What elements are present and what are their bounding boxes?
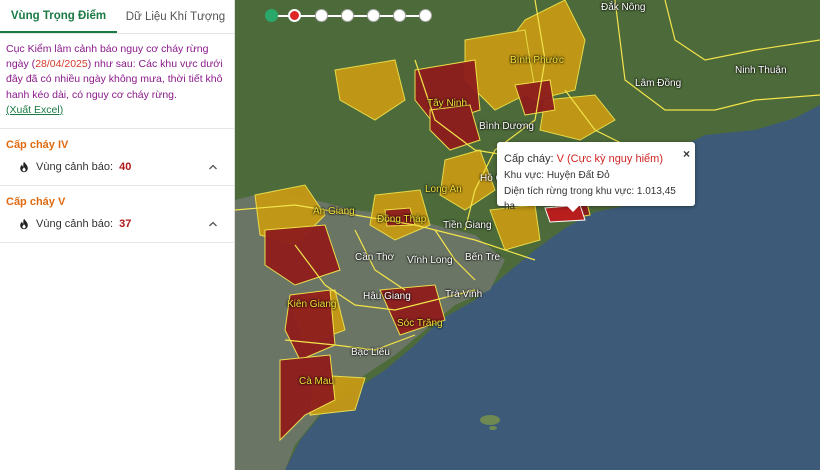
tab-bar: Vùng Trọng Điểm Dữ Liệu Khí Tượng xyxy=(0,0,234,34)
label-kien-giang: Kiên Giang xyxy=(287,299,337,310)
island xyxy=(480,415,500,425)
slider-dot[interactable] xyxy=(367,9,380,22)
level-v-count: 37 xyxy=(119,218,132,231)
fire-icon xyxy=(20,218,28,230)
date-slider[interactable] xyxy=(265,8,435,24)
popup-title-label: Cấp cháy: xyxy=(504,153,554,165)
app: Vùng Trọng Điểm Dữ Liệu Khí Tượng Cục Ki… xyxy=(0,0,820,470)
label-binh-phuoc: Bình Phước xyxy=(510,55,564,66)
slider-dot-start[interactable] xyxy=(265,9,278,22)
label-dak-nong: Đắk Nông xyxy=(601,2,646,13)
chevron-up-icon[interactable] xyxy=(208,219,218,229)
level-iv-title: Cấp cháy IV xyxy=(6,139,69,152)
label-tien-giang: Tiền Giang xyxy=(443,220,492,231)
label-tra-vinh: Trà Vinh xyxy=(445,289,483,300)
level-v-label: Vùng cảnh báo: xyxy=(36,218,114,231)
label-hau-giang: Hậu Giang xyxy=(363,291,411,302)
level-v-title: Cấp cháy V xyxy=(6,196,66,209)
label-vinh-long: Vĩnh Long xyxy=(407,255,453,266)
level-iv-count: 40 xyxy=(119,161,132,174)
popup-title: Cấp cháy: V (Cực kỳ nguy hiểm) xyxy=(504,151,688,168)
level-v-section: Cấp cháy V Vùng cảnh báo: 37 xyxy=(0,186,234,244)
export-excel-link[interactable]: (Xuất Excel) xyxy=(6,104,63,116)
label-dong-thap: Đồng Tháp xyxy=(377,214,427,225)
level-iv-label: Vùng cảnh báo: xyxy=(36,161,114,174)
popup-area: Khu vực: Huyện Đất Đỏ xyxy=(504,170,610,182)
tab-weather-data[interactable]: Dữ Liệu Khí Tượng xyxy=(117,0,234,33)
label-ca-mau: Cà Mau xyxy=(299,376,335,387)
slider-dot-current[interactable] xyxy=(288,9,301,22)
label-can-tho: Cần Thơ xyxy=(355,252,395,263)
fire-icon xyxy=(20,161,28,173)
label-tay-ninh: Tây Ninh xyxy=(427,98,468,109)
popup-fire-level: V (Cực kỳ nguy hiểm) xyxy=(556,153,663,165)
label-ninh-thuan: Ninh Thuận xyxy=(735,65,787,76)
zone-info-popup: × Cấp cháy: V (Cực kỳ nguy hiểm) Khu vực… xyxy=(497,142,695,212)
label-bac-lieu: Bạc Liêu xyxy=(351,347,390,358)
warning-notice: Cục Kiểm lâm cảnh báo nguy cơ cháy rừng … xyxy=(0,34,234,130)
slider-dot[interactable] xyxy=(315,9,328,22)
map-view[interactable]: Đắk Nông Bình Phước Lâm Đồng Ninh Thuận … xyxy=(235,0,820,470)
sidebar: Vùng Trọng Điểm Dữ Liệu Khí Tượng Cục Ki… xyxy=(0,0,235,470)
label-an-giang: An Giang xyxy=(313,206,355,217)
popup-forest-area: Diện tích rừng trong khu vực: 1.013,45 h… xyxy=(504,185,676,213)
label-long-an: Long An xyxy=(425,184,462,195)
notice-date: 28/04/2025 xyxy=(35,58,88,71)
chevron-up-icon[interactable] xyxy=(208,162,218,172)
label-lam-dong: Lâm Đồng xyxy=(635,78,682,89)
label-binh-duong: Bình Dương xyxy=(479,121,534,132)
slider-dot[interactable] xyxy=(419,9,432,22)
label-soc-trang: Sóc Trăng xyxy=(397,318,443,329)
map-canvas[interactable] xyxy=(235,0,820,470)
island xyxy=(489,426,497,430)
slider-dot[interactable] xyxy=(341,9,354,22)
tab-key-areas[interactable]: Vùng Trọng Điểm xyxy=(0,0,117,33)
level-iv-section: Cấp cháy IV Vùng cảnh báo: 40 xyxy=(0,129,234,187)
label-ben-tre: Bến Tre xyxy=(465,252,501,263)
close-icon[interactable]: × xyxy=(683,145,690,164)
level-iv-row[interactable]: Vùng cảnh báo: 40 xyxy=(6,161,228,173)
slider-dot[interactable] xyxy=(393,9,406,22)
level-v-row[interactable]: Vùng cảnh báo: 37 xyxy=(6,218,228,230)
